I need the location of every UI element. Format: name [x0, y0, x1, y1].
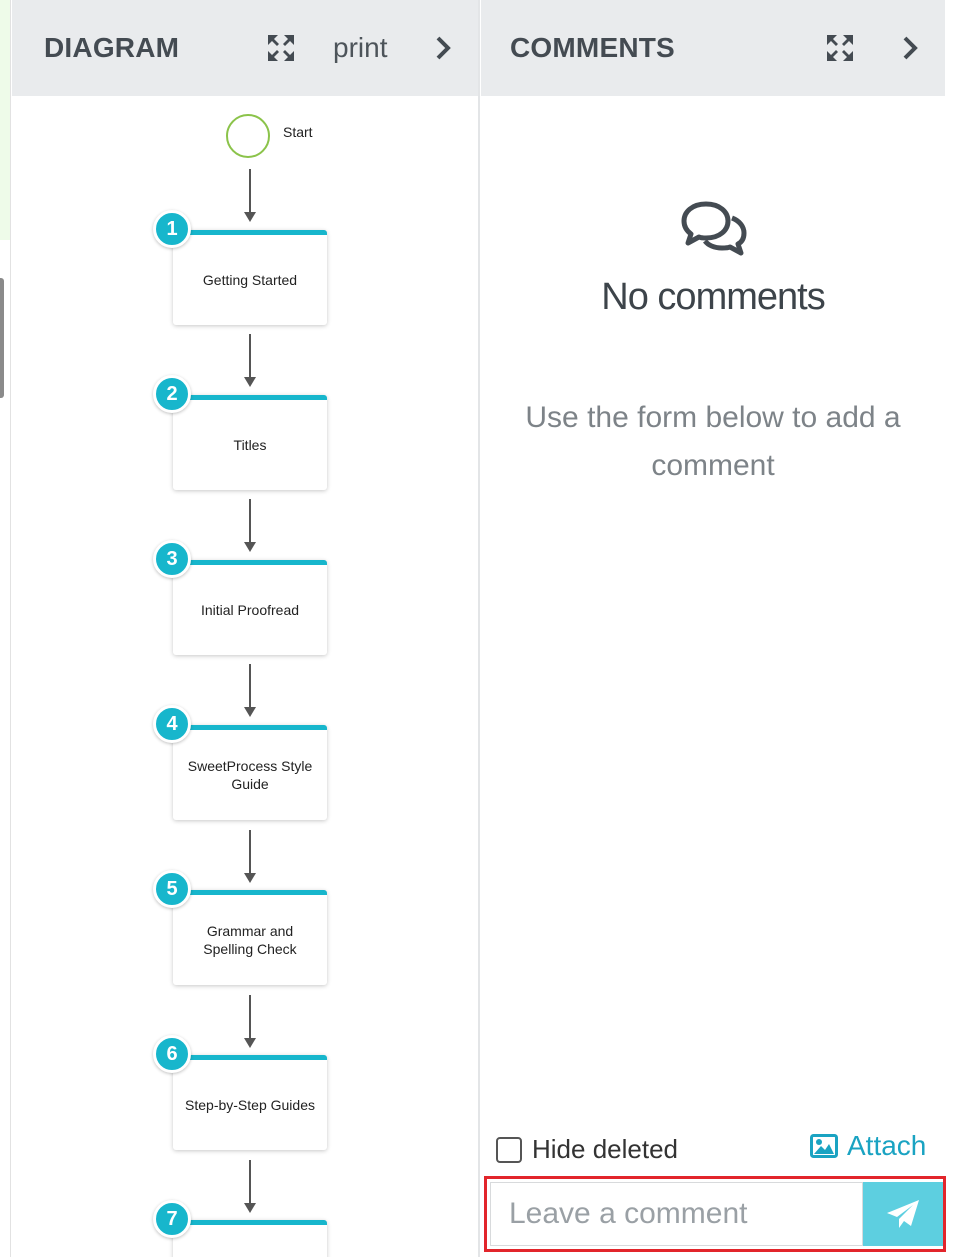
start-label: Start [283, 124, 313, 140]
left-edge-strip [0, 0, 11, 1257]
hide-deleted-checkbox[interactable] [496, 1136, 522, 1163]
step-number-badge: 6 [153, 1035, 191, 1073]
step-label: Titles [233, 437, 267, 453]
step-label: Step-by-Step Guides [185, 1097, 315, 1113]
diagram-canvas: Start Getting Started 1 Titles 2 Initial… [12, 96, 478, 1257]
step-label: Getting Started [202, 272, 298, 288]
step-number-badge: 4 [153, 705, 191, 743]
connector-arrow [249, 664, 251, 709]
chevron-right-icon[interactable] [428, 33, 458, 63]
diagram-header: DIAGRAM print [12, 0, 478, 96]
step-number-badge: 7 [153, 1200, 191, 1238]
step-node-6[interactable]: Step-by-Step Guides [173, 1055, 327, 1150]
connector-arrow [249, 169, 251, 214]
arrow-head [244, 542, 256, 552]
step-number-badge: 3 [153, 540, 191, 578]
diagram-title: DIAGRAM [44, 32, 180, 63]
attach-button[interactable]: Attach [810, 1130, 926, 1162]
step-node-4[interactable]: SweetProcess Style Guide [173, 725, 327, 820]
attach-label: Attach [847, 1130, 927, 1161]
connector-arrow [249, 499, 251, 544]
right-edge [945, 0, 953, 1257]
left-edge-border [10, 0, 11, 1257]
step-node-2[interactable]: Titles [173, 395, 327, 490]
hide-deleted-toggle[interactable]: Hide deleted [496, 1134, 678, 1165]
comments-area: No comments Use the form below to add a … [481, 96, 945, 1257]
step-number-badge: 5 [153, 870, 191, 908]
step-node-1[interactable]: Getting Started [173, 230, 327, 325]
step-label: SweetProcess Style Guide [187, 758, 313, 792]
connector-arrow [249, 1160, 251, 1205]
connector-arrow [249, 334, 251, 379]
step-label: Initial Proofread [200, 602, 300, 618]
comment-form [484, 1176, 946, 1252]
expand-arrows-icon[interactable] [825, 33, 855, 63]
hide-deleted-label: Hide deleted [532, 1134, 678, 1164]
chevron-right-icon[interactable] [895, 33, 925, 63]
step-node-3[interactable]: Initial Proofread [173, 560, 327, 655]
send-button[interactable] [863, 1182, 943, 1246]
comments-header: COMMENTS [481, 0, 945, 96]
step-node-5[interactable]: Grammar and Spelling Check [173, 890, 327, 985]
comments-title: COMMENTS [510, 32, 675, 63]
start-node[interactable] [226, 114, 270, 158]
scroll-handle[interactable] [0, 278, 4, 398]
paper-plane-icon [885, 1198, 921, 1230]
speech-bubbles-icon [680, 200, 748, 261]
connector-arrow [249, 995, 251, 1040]
no-comments-title: No comments [601, 276, 825, 318]
arrow-head [244, 873, 256, 883]
panel-divider [478, 0, 480, 1257]
step-label: Grammar and Spelling Check [203, 923, 297, 957]
arrow-head [244, 707, 256, 717]
connector-arrow [249, 830, 251, 875]
step-number-badge: 2 [153, 375, 191, 413]
arrow-head [244, 1203, 256, 1213]
print-link[interactable]: print [333, 32, 387, 64]
comment-input[interactable] [490, 1182, 863, 1246]
expand-arrows-icon[interactable] [266, 33, 296, 63]
arrow-head [244, 1038, 256, 1048]
image-icon [810, 1134, 838, 1158]
arrow-head [244, 377, 256, 387]
no-comments-subtitle: Use the form below to add a comment [525, 401, 901, 482]
arrow-head [244, 212, 256, 222]
step-number-badge: 1 [153, 210, 191, 248]
step-node-7[interactable] [173, 1220, 327, 1257]
